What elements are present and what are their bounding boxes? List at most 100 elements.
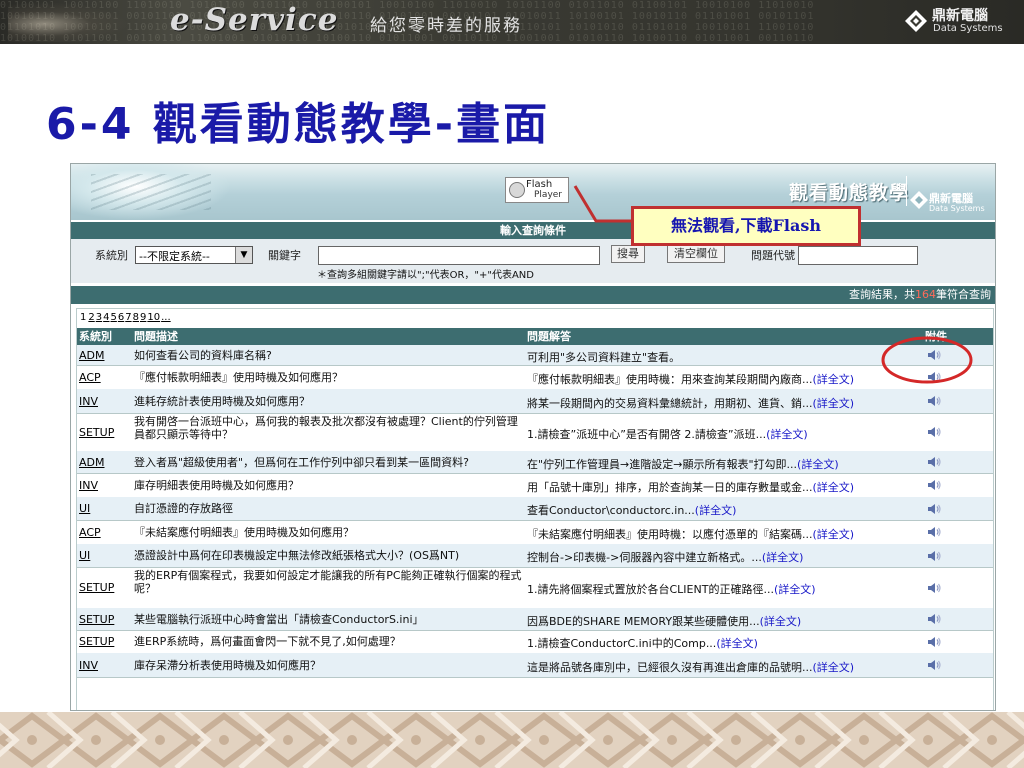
question-text: 庫存明細表使用時機及如何應用？ — [134, 479, 299, 492]
slide-title: 6-4 觀看動態教學-畫面 — [46, 99, 551, 150]
flash-label: Flash — [526, 179, 553, 190]
question-text: 如何查看公司的資料庫名稱? — [134, 349, 272, 362]
answer-text: 可利用"多公司資料建立"查看。 — [527, 351, 681, 364]
answer-cell: 這是將品號各庫別中，已經很久沒有再進出倉庫的品號明...(詳全文) — [527, 659, 919, 675]
app-logo-name-en: Data Systems — [929, 204, 985, 213]
table-row: SETUP 某些電腦執行派班中心時會當出「請檢查ConductorS.ini」 因爲… — [77, 608, 993, 631]
column-answer: 問題解答 — [527, 330, 571, 343]
read-more-link[interactable]: (詳全文) — [716, 637, 758, 650]
question-text: 我的ERP有個案程式，我要如何設定才能讓我的所有PC能夠正確執行個案的程式呢？ — [134, 569, 522, 595]
read-more-link[interactable]: (詳全文) — [813, 481, 855, 494]
flash-player-button[interactable]: Flash Player — [505, 177, 569, 203]
system-link[interactable]: INV — [79, 395, 98, 408]
table-row: INV 庫存呆滯分析表使用時機及如何應用？ 這是將品號各庫別中，已經很久沒有再進出倉… — [77, 653, 993, 678]
pager-link[interactable]: 4 — [103, 312, 109, 323]
pager-link[interactable]: 10 — [147, 312, 160, 323]
read-more-link[interactable]: (詳全文) — [774, 583, 816, 596]
read-more-link[interactable]: (詳全文) — [760, 615, 802, 628]
pager-link[interactable]: 7 — [125, 312, 131, 323]
speaker-icon[interactable] — [926, 658, 942, 672]
read-more-link[interactable]: (詳全文) — [813, 373, 855, 386]
question-text: 我有開啓一台派班中心，爲何我的報表及批次都沒有被處理？Client的佇列管理員都… — [134, 415, 518, 441]
read-more-link[interactable]: (詳全文) — [766, 428, 808, 441]
speaker-icon[interactable] — [926, 612, 942, 626]
question-text: 自訂憑證的存放路徑 — [134, 502, 233, 515]
pager-link[interactable]: 6 — [118, 312, 124, 323]
eservice-logo: e-Service — [170, 2, 339, 38]
pager-link[interactable]: 9 — [140, 312, 146, 323]
answer-cell: 1.請檢查”派班中心”是否有開啓 2.請檢查”派班...(詳全文) — [527, 426, 919, 442]
system-link[interactable]: ADM — [79, 349, 105, 362]
column-system: 系統別 — [79, 330, 112, 343]
answer-text: 『未結案應付明細表』使用時機：以應付憑單的『結案碼... — [527, 528, 813, 541]
answer-text: 用「品號十庫別」排序，用於查詢某一日的庫存數量或金... — [527, 481, 813, 494]
system-link[interactable]: ADM — [79, 456, 105, 469]
answer-cell: 控制台->印表機->伺服器內容中建立新格式。...(詳全文) — [527, 549, 919, 565]
question-text: 庫存呆滯分析表使用時機及如何應用？ — [134, 659, 321, 672]
speaker-icon[interactable] — [926, 348, 942, 362]
keyword-input[interactable] — [318, 246, 600, 265]
system-link[interactable]: INV — [79, 479, 98, 492]
system-link[interactable]: SETUP — [79, 426, 114, 439]
system-link[interactable]: ACP — [79, 371, 101, 384]
keyword-hint: ＊查詢多組關鍵字請以";"代表OR，"+"代表AND — [317, 270, 534, 281]
result-summary: 查詢結果，共164筆符合查詢 — [849, 286, 991, 304]
speaker-icon[interactable] — [926, 425, 942, 439]
speaker-icon[interactable] — [926, 394, 942, 408]
answer-text: 1.請先將個案程式置放於各台CLIENT的正確路徑... — [527, 583, 774, 596]
pager-link[interactable]: 2 — [88, 312, 94, 323]
answer-text: 1.請檢查ConductorC.ini中的Comp... — [527, 637, 717, 650]
answer-cell: 『應付帳款明細表』使用時機：用來查詢某段期間內廠商...(詳全文) — [527, 371, 919, 387]
speaker-icon[interactable] — [926, 370, 942, 384]
brand-name: 鼎新電腦 — [932, 8, 988, 24]
answer-cell: 1.請先將個案程式置放於各台CLIENT的正確路徑...(詳全文) — [527, 581, 919, 597]
speaker-icon[interactable] — [926, 581, 942, 595]
system-select[interactable]: --不限定系統-- ▼ — [135, 246, 253, 264]
speaker-icon[interactable] — [926, 525, 942, 539]
table-row: UI 憑證設計中爲何在印表機設定中無法修改紙張格式大小？(OS爲NT) 控制台->印… — [77, 544, 993, 568]
pager-link[interactable]: 8 — [133, 312, 139, 323]
question-text: 登入者爲"超級使用者"，但爲何在工作佇列中卻只看到某一區間資料? — [134, 456, 469, 469]
speaker-icon[interactable] — [926, 478, 942, 492]
decorative-band — [0, 712, 1024, 768]
chevron-down-icon[interactable]: ▼ — [235, 247, 252, 263]
question-text: 進耗存統計表使用時機及如何應用？ — [134, 395, 310, 408]
pager-current: 1 — [80, 312, 87, 323]
question-text: 憑證設計中爲何在印表機設定中無法修改紙張格式大小？(OS爲NT) — [134, 549, 460, 562]
flash-callout: 無法觀看,下載Flash — [631, 206, 861, 246]
system-link[interactable]: SETUP — [79, 635, 114, 648]
answer-text: 在"佇列工作管理員→進階設定→顯示所有報表"打勾即... — [527, 458, 798, 471]
pager: 1 2345678910... — [80, 312, 172, 323]
pager-link[interactable]: 3 — [96, 312, 102, 323]
result-prefix: 查詢結果，共 — [849, 288, 915, 301]
read-more-link[interactable]: (詳全文) — [813, 528, 855, 541]
read-more-link[interactable]: (詳全文) — [813, 661, 855, 674]
table-row: ACP 『未結案應付明細表』使用時機及如何應用？ 『未結案應付明細表』使用時機：以應… — [77, 520, 993, 545]
issue-code-input[interactable] — [798, 246, 918, 265]
pager-next-link[interactable]: ... — [161, 312, 171, 323]
speaker-icon[interactable] — [926, 635, 942, 649]
banner-tagline: 給您零時差的服務 — [370, 16, 522, 36]
clear-fields-button[interactable]: 清空欄位 — [667, 245, 725, 263]
read-more-link[interactable]: (詳全文) — [797, 458, 839, 471]
read-more-link[interactable]: (詳全文) — [695, 504, 737, 517]
read-more-link[interactable]: (詳全文) — [813, 397, 855, 410]
speaker-icon[interactable] — [926, 502, 942, 516]
system-link[interactable]: UI — [79, 549, 90, 562]
answer-cell: 在"佇列工作管理員→進階設定→顯示所有報表"打勾即...(詳全文) — [527, 456, 919, 472]
system-link[interactable]: SETUP — [79, 613, 114, 626]
system-link[interactable]: ACP — [79, 526, 101, 539]
speaker-icon[interactable] — [926, 549, 942, 563]
system-link[interactable]: INV — [79, 659, 98, 672]
pager-link[interactable]: 5 — [111, 312, 117, 323]
speaker-icon[interactable] — [926, 455, 942, 469]
system-label: 系統別 — [95, 249, 128, 262]
table-row: INV 進耗存統計表使用時機及如何應用？ 將某一段期間內的交易資料彙總統計，用期初、… — [77, 389, 993, 414]
flash-icon — [509, 182, 525, 198]
system-link[interactable]: SETUP — [79, 581, 114, 594]
read-more-link[interactable]: (詳全文) — [762, 551, 804, 564]
column-attachment: 附件 — [925, 330, 947, 343]
system-link[interactable]: UI — [79, 502, 90, 515]
answer-text: 查看Conductor\conductorc.in... — [527, 504, 695, 517]
search-button[interactable]: 搜尋 — [611, 245, 645, 263]
